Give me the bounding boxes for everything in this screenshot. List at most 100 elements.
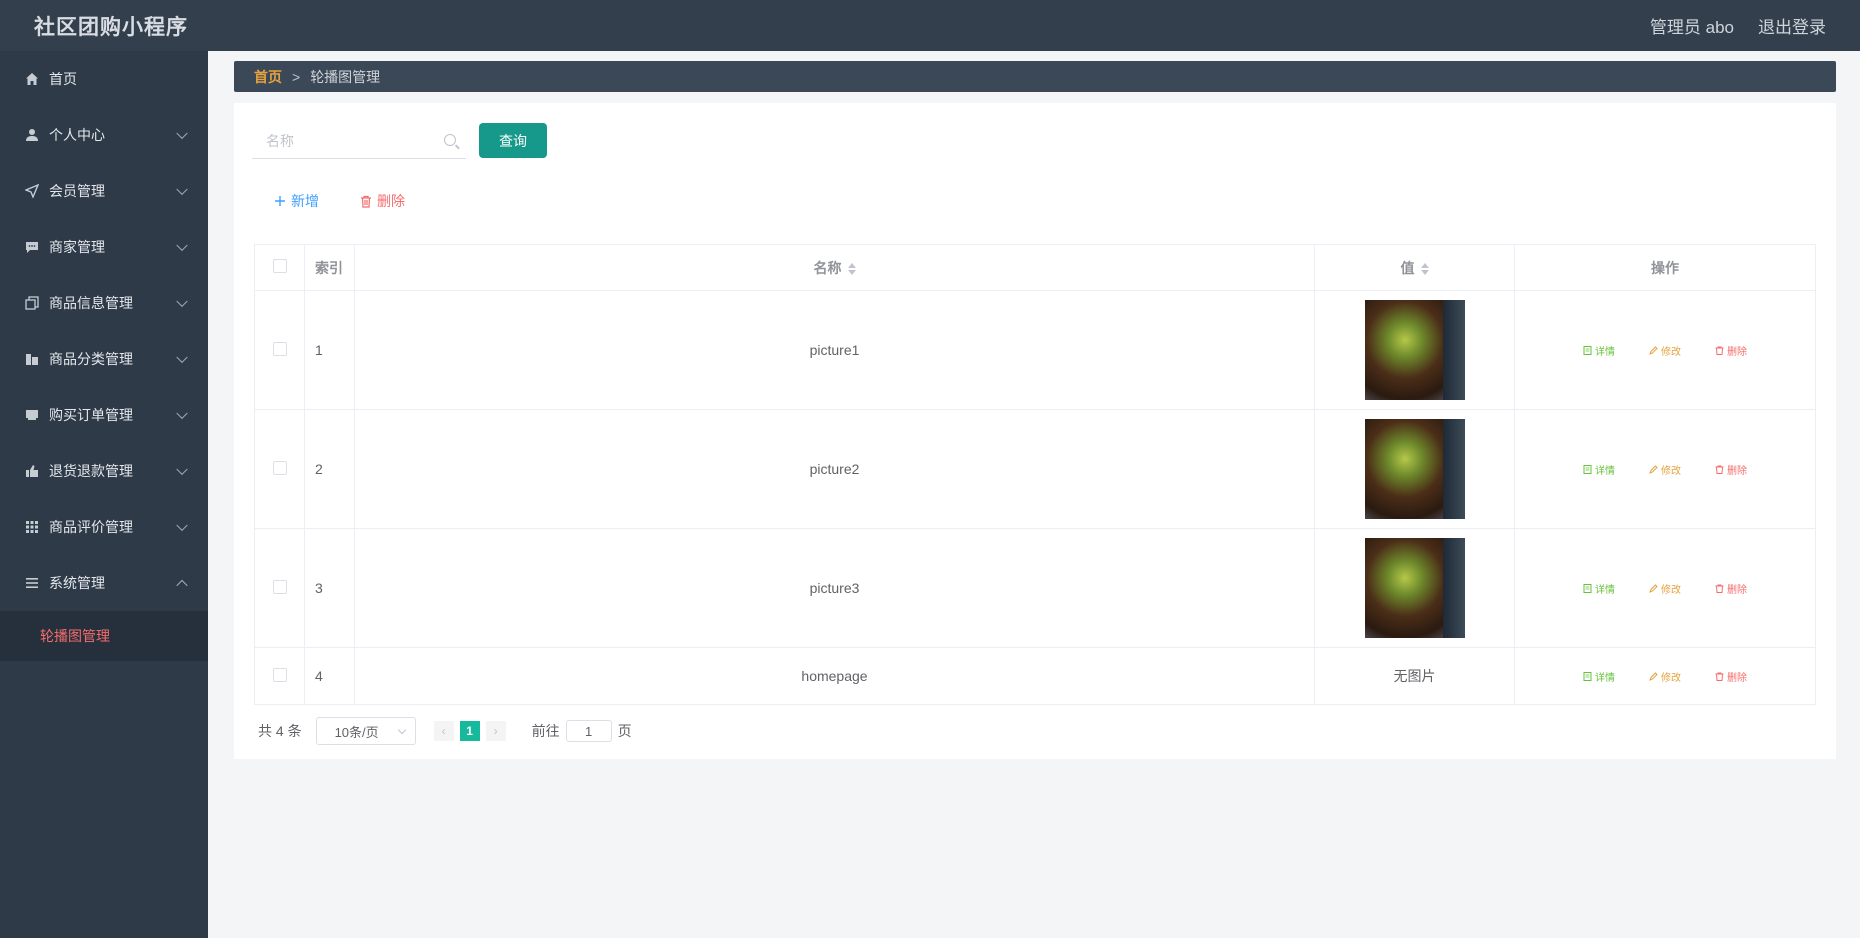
breadcrumb-home[interactable]: 首页 — [254, 67, 282, 87]
breadcrumb-separator: > — [292, 68, 301, 85]
row-name: picture2 — [354, 409, 1315, 529]
row-select-cell — [254, 290, 305, 410]
detail-label: 详情 — [1595, 465, 1615, 477]
header-select-all — [254, 244, 305, 291]
page-number-current[interactable]: 1 — [459, 721, 480, 741]
sidebar-item-home[interactable]: 首页 — [0, 51, 208, 107]
delete-button[interactable]: 删除 — [1715, 581, 1747, 596]
chevron-down-icon — [397, 725, 406, 735]
plus-icon — [275, 196, 285, 206]
document-icon — [1583, 583, 1592, 593]
row-actions: 详情 修改 删除 — [1515, 343, 1815, 358]
sidebar-item-refund-management[interactable]: 退货退款管理 — [0, 443, 208, 499]
value-text: 无图片 — [1393, 668, 1436, 684]
breadcrumb-current: 轮播图管理 — [310, 68, 381, 85]
detail-label: 详情 — [1595, 584, 1615, 596]
thumb-icon — [24, 463, 40, 479]
header-value[interactable]: 值 — [1314, 244, 1515, 291]
row-select-cell — [254, 528, 305, 648]
chevron-down-icon — [176, 239, 188, 252]
row-index: 2 — [304, 409, 355, 529]
edit-button[interactable]: 修改 — [1649, 343, 1681, 358]
row-checkbox[interactable] — [272, 460, 287, 475]
trash-icon — [1715, 584, 1724, 593]
chevron-down-icon — [176, 127, 188, 140]
row-checkbox[interactable] — [272, 667, 287, 682]
sidebar-item-personal-center[interactable]: 个人中心 — [0, 107, 208, 163]
row-value — [1314, 528, 1515, 648]
chevron-up-icon — [176, 579, 188, 592]
detail-button[interactable]: 详情 — [1583, 581, 1615, 596]
delete-button[interactable]: 删除 — [1715, 462, 1747, 477]
detail-button[interactable]: 详情 — [1583, 343, 1615, 358]
delete-button[interactable]: 删除 — [1715, 669, 1747, 684]
goto-label: 前往 — [531, 723, 560, 739]
sidebar-item-order-management[interactable]: 购买订单管理 — [0, 387, 208, 443]
logout-button[interactable]: 退出登录 — [1758, 13, 1826, 38]
detail-button[interactable]: 详情 — [1583, 462, 1615, 477]
prev-page-button[interactable]: ‹ — [433, 721, 454, 741]
header-index: 索引 — [304, 244, 355, 291]
header-name-label: 名称 — [813, 259, 842, 276]
document-icon — [1583, 671, 1592, 681]
sort-icon[interactable] — [847, 262, 856, 275]
goto-page-input[interactable] — [565, 720, 612, 742]
edit-label: 修改 — [1661, 584, 1681, 596]
sidebar-item-merchant-management[interactable]: 商家管理 — [0, 219, 208, 275]
edit-icon — [1649, 464, 1658, 474]
delete-label: 删除 — [1727, 672, 1747, 684]
breadcrumb: 首页 > 轮播图管理 — [234, 61, 1836, 92]
sidebar-item-system-management[interactable]: 系统管理 — [0, 555, 208, 611]
sidebar-item-label: 退货退款管理 — [49, 463, 133, 479]
sidebar-subitem-carousel-management[interactable]: 轮播图管理 — [0, 611, 208, 661]
edit-button[interactable]: 修改 — [1649, 581, 1681, 596]
query-button[interactable]: 查询 — [479, 123, 547, 158]
edit-button[interactable]: 修改 — [1649, 669, 1681, 684]
edit-label: 修改 — [1661, 672, 1681, 684]
batch-delete-button[interactable]: 删除 — [360, 191, 405, 211]
add-button-label: 新增 — [291, 193, 319, 209]
top-bar: 社区团购小程序 管理员 abo 退出登录 — [0, 0, 1860, 51]
row-name: picture3 — [354, 528, 1315, 648]
delete-button[interactable]: 删除 — [1715, 343, 1747, 358]
data-table: 索引 名称 值 操作 1 picture1 详情 修改 删除 2 picture… — [254, 244, 1816, 705]
add-button[interactable]: 新增 — [274, 191, 319, 211]
select-all-checkbox[interactable] — [272, 259, 287, 273]
row-checkbox[interactable] — [272, 579, 287, 594]
row-checkbox[interactable] — [272, 341, 287, 356]
row-name: homepage — [354, 647, 1315, 705]
carousel-image-thumbnail[interactable] — [1364, 300, 1465, 400]
sidebar-item-product-info[interactable]: 商品信息管理 — [0, 275, 208, 331]
chevron-down-icon — [176, 519, 188, 532]
sidebar-item-label: 商品评价管理 — [49, 519, 133, 535]
edit-icon — [1649, 345, 1658, 355]
next-page-button[interactable]: › — [485, 721, 506, 741]
trash-icon — [1715, 346, 1724, 355]
page-size-select[interactable]: 10条/页 — [315, 717, 416, 745]
goto-suffix: 页 — [617, 723, 632, 739]
sort-icon[interactable] — [1420, 262, 1429, 275]
trash-icon — [1715, 672, 1724, 681]
search-icon — [444, 134, 456, 146]
user-label[interactable]: 管理员 abo — [1650, 13, 1734, 38]
search-input[interactable] — [266, 132, 436, 149]
list-icon — [24, 575, 40, 591]
detail-button[interactable]: 详情 — [1583, 669, 1615, 684]
delete-label: 删除 — [1727, 465, 1747, 477]
page-size-value: 10条/页 — [334, 724, 379, 740]
row-value — [1314, 409, 1515, 529]
home-icon — [24, 71, 40, 87]
header-name[interactable]: 名称 — [354, 244, 1315, 291]
edit-button[interactable]: 修改 — [1649, 462, 1681, 477]
sidebar-item-member-management[interactable]: 会员管理 — [0, 163, 208, 219]
carousel-image-thumbnail[interactable] — [1364, 538, 1465, 638]
search-field — [252, 123, 466, 159]
row-select-cell — [254, 647, 305, 705]
top-right-area: 管理员 abo 退出登录 — [1650, 13, 1826, 38]
sidebar-item-review-management[interactable]: 商品评价管理 — [0, 499, 208, 555]
carousel-image-thumbnail[interactable] — [1364, 419, 1465, 519]
chevron-down-icon — [176, 183, 188, 196]
trash-icon — [361, 195, 371, 208]
row-actions: 详情 修改 删除 — [1515, 669, 1815, 684]
sidebar-item-category-management[interactable]: 商品分类管理 — [0, 331, 208, 387]
